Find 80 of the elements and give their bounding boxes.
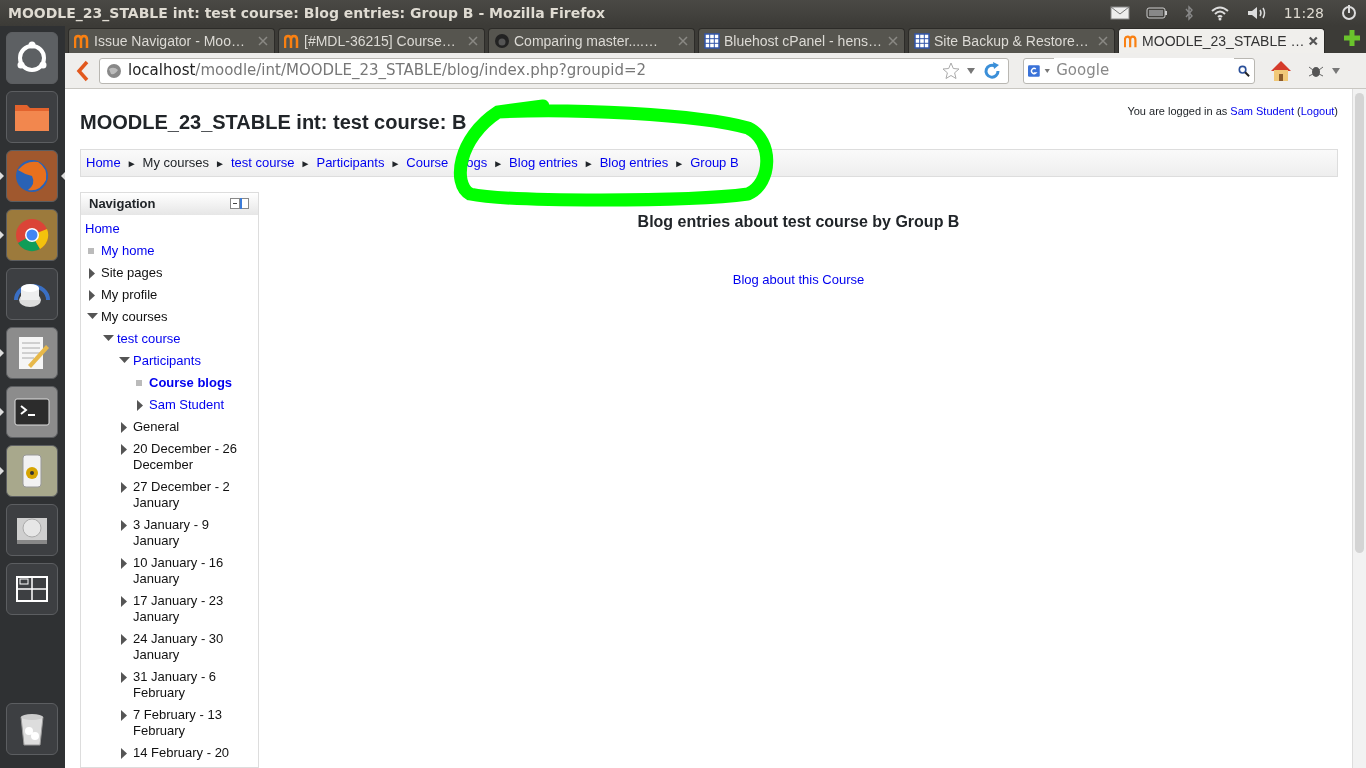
bullet-icon xyxy=(135,378,145,388)
nav-item[interactable]: 10 January - 16 January xyxy=(133,555,254,587)
nav-item[interactable]: 7 February - 13 February xyxy=(133,707,254,739)
nav-item[interactable]: Home xyxy=(85,221,120,237)
reload-icon[interactable] xyxy=(982,60,1002,81)
breadcrumb-separator: ► xyxy=(215,156,225,171)
nav-item[interactable]: Participants xyxy=(133,353,201,369)
nav-item[interactable]: 20 December - 26 December xyxy=(133,441,254,473)
clock-text: 11:28 xyxy=(1283,3,1324,23)
volume-icon xyxy=(1245,5,1268,21)
moodle-logo-icon xyxy=(74,33,90,49)
nav-item[interactable]: 27 December - 2 January xyxy=(133,479,254,511)
search-field[interactable]: Google xyxy=(1023,57,1255,84)
breadcrumb-link[interactable]: Blog entries xyxy=(509,153,578,173)
breadcrumb-link[interactable]: Blog entries xyxy=(599,153,669,173)
close-icon[interactable] xyxy=(1308,35,1319,47)
nav-item[interactable]: 24 January - 30 January xyxy=(133,631,254,663)
bullet-icon xyxy=(87,246,97,256)
nav-item[interactable]: test course xyxy=(117,331,181,347)
breadcrumb-link[interactable]: Home xyxy=(86,153,121,173)
login-link[interactable]: Logout xyxy=(1300,105,1335,117)
breadcrumb-link[interactable]: test course xyxy=(230,153,295,173)
nav-item[interactable]: Course blogs xyxy=(149,375,233,391)
breadcrumb-separator: ► xyxy=(493,156,504,171)
nav-item[interactable]: 17 January - 23 January xyxy=(133,593,254,625)
bluetooth-icon xyxy=(1183,5,1194,21)
breadcrumb-link[interactable]: Group B xyxy=(690,153,739,173)
browser-tab[interactable]: MOODLE_23_STABLE … xyxy=(1118,28,1325,53)
nav-item[interactable]: 3 January - 9 January xyxy=(133,517,254,549)
breadcrumb-link[interactable]: Participants xyxy=(316,153,385,173)
battery-icon xyxy=(1145,7,1168,19)
breadcrumb-separator: ► xyxy=(674,156,685,171)
new-tab-icon[interactable] xyxy=(1342,27,1362,48)
caret-down-icon[interactable] xyxy=(103,334,115,344)
caret-icon[interactable] xyxy=(1043,66,1051,75)
caret-icon[interactable] xyxy=(966,66,976,75)
window-title: MOODLE_23_STABLE int: test course: Blog entries: Group B - Mozilla Firefox xyxy=(7,3,605,24)
breadcrumb-separator: ► xyxy=(390,156,401,171)
browser-tab[interactable]: Comparing master....… xyxy=(488,28,695,53)
nav-item[interactable]: My home xyxy=(101,243,155,259)
caret-down-icon[interactable] xyxy=(87,312,99,322)
grid-icon xyxy=(704,33,720,49)
browser-tab[interactable]: Issue Navigator - Moo… xyxy=(68,28,275,53)
scrollbar-thumb[interactable] xyxy=(1355,93,1364,553)
nav-item[interactable]: Site pages xyxy=(101,265,163,281)
browser-tab[interactable]: Bluehost cPanel - hens… xyxy=(698,28,905,53)
breadcrumb-separator: ► xyxy=(583,156,594,171)
power-icon[interactable] xyxy=(1340,4,1358,22)
scrollbar[interactable] xyxy=(1352,89,1366,768)
nav-item[interactable]: 31 January - 6 February xyxy=(133,669,254,701)
breadcrumb-separator: ► xyxy=(300,156,311,171)
mail-icon xyxy=(1109,6,1130,20)
moodle-logo-icon xyxy=(1124,33,1139,49)
globe-icon xyxy=(106,62,122,79)
caret-icon[interactable] xyxy=(1331,66,1341,75)
page-title: MOODLE_23_STABLE int: test course: B xyxy=(80,110,467,134)
browser-tab[interactable]: [#MDL-36215] Course… xyxy=(278,28,485,53)
caret-down-icon[interactable] xyxy=(119,356,131,366)
wifi-icon xyxy=(1209,5,1230,21)
browser-tab[interactable]: Site Backup & Restore… xyxy=(908,28,1115,53)
dock-icon[interactable] xyxy=(230,198,250,210)
nav-item[interactable]: 14 February - 20 xyxy=(133,745,230,761)
login-info: You are logged in as Sam Student (Logout) xyxy=(1127,104,1338,119)
nav-item[interactable]: My profile xyxy=(101,287,158,303)
breadcrumb-link[interactable]: Course xyxy=(406,153,449,173)
breadcrumb-separator: ► xyxy=(126,156,137,171)
block-title: Navigation xyxy=(89,195,156,214)
address-bar[interactable]: localhost/moodle/int/MOODLE_23_STABLE/blog/index.php?groupid=2 xyxy=(99,57,1009,84)
nav-item[interactable]: General xyxy=(133,419,180,435)
home-icon[interactable] xyxy=(1269,58,1293,83)
breadcrumb-text: My courses xyxy=(142,154,210,173)
moodle-logo-icon xyxy=(284,33,300,49)
nav-item[interactable]: My courses xyxy=(101,309,168,325)
grid-icon xyxy=(914,33,930,49)
login-link[interactable]: Sam Student xyxy=(1230,105,1294,117)
breadcrumb-link[interactable]: ogs xyxy=(466,153,488,173)
content-heading: Blog entries about test course by Group B xyxy=(636,212,961,232)
blog-link[interactable]: Blog about this Course xyxy=(732,269,865,289)
star-icon[interactable] xyxy=(942,61,960,80)
nav-item[interactable]: Sam Student xyxy=(149,397,225,413)
